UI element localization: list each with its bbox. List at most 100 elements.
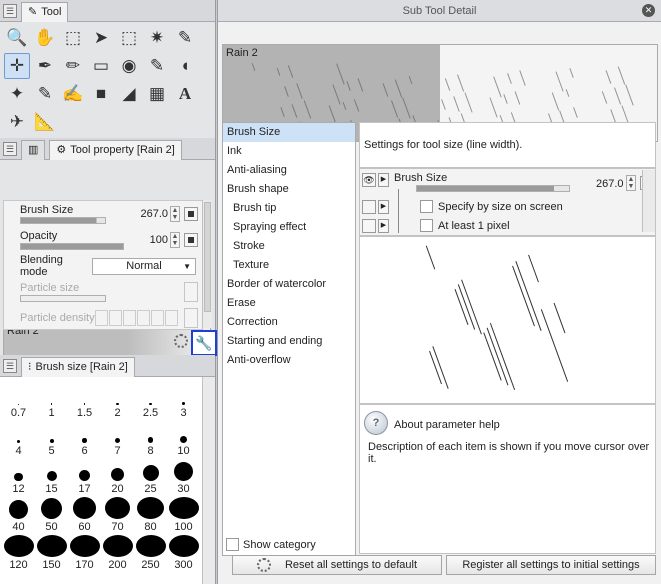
settings-scrollbar[interactable] bbox=[642, 170, 655, 232]
show-category-checkbox[interactable] bbox=[226, 538, 239, 551]
visibility-toggle[interactable] bbox=[362, 200, 376, 214]
object-select-icon[interactable]: ➤ bbox=[88, 25, 114, 51]
detail-brush-size-row[interactable]: Brush Size bbox=[394, 172, 624, 192]
brush-size-cell[interactable]: 200 bbox=[101, 535, 134, 571]
brush-size-cell[interactable]: 15 bbox=[35, 459, 68, 495]
figure-icon[interactable]: ◢ bbox=[116, 81, 142, 107]
brush-size-cell[interactable]: 40 bbox=[2, 497, 35, 533]
category-item[interactable]: Stroke bbox=[223, 237, 355, 256]
brush-size-cell[interactable]: 0.7 bbox=[2, 383, 35, 419]
rect-select-icon[interactable]: ⬚ bbox=[116, 25, 142, 51]
blend-icon[interactable]: ✍ bbox=[60, 81, 86, 107]
visibility-toggle[interactable] bbox=[362, 219, 376, 233]
brush-size-cell[interactable]: 120 bbox=[2, 535, 35, 571]
brush-size-cell[interactable]: 10 bbox=[167, 421, 200, 457]
eyedropper-icon[interactable]: ✎ bbox=[172, 25, 198, 51]
category-item[interactable]: Anti-aliasing bbox=[223, 161, 355, 180]
tab-tool[interactable]: ✎ Tool bbox=[21, 1, 69, 22]
brush-size-row[interactable]: Brush Size 267.0 ▲ ▼ bbox=[4, 201, 202, 227]
brush-size-cell[interactable]: 1 bbox=[35, 383, 68, 419]
close-icon[interactable]: ✕ bbox=[642, 4, 655, 17]
category-item[interactable]: Erase bbox=[223, 294, 355, 313]
tab-brush-size[interactable]: ⁝ Brush size [Rain 2] bbox=[21, 356, 135, 377]
category-item[interactable]: Anti-overflow bbox=[223, 351, 355, 370]
pen-icon[interactable]: ✒ bbox=[32, 53, 58, 79]
brush-size-cell[interactable]: 20 bbox=[101, 459, 134, 495]
category-item[interactable]: Brush Size bbox=[223, 123, 355, 142]
brush-size-cell[interactable]: 3 bbox=[167, 383, 200, 419]
panel-menu-icon[interactable]: ☰ bbox=[3, 141, 17, 156]
brush-size-cell[interactable]: 300 bbox=[167, 535, 200, 571]
detail-brush-size-spinner[interactable]: ▲ ▼ bbox=[626, 175, 636, 191]
hand-icon[interactable]: ✋ bbox=[32, 25, 58, 51]
reset-tool-icon[interactable] bbox=[174, 334, 188, 348]
brush-size-cell[interactable]: 1.5 bbox=[68, 383, 101, 419]
brush-size-cell[interactable]: 170 bbox=[68, 535, 101, 571]
brush-size-spinner[interactable]: ▲ ▼ bbox=[170, 206, 180, 222]
watercolor-icon[interactable]: ◖ bbox=[172, 53, 198, 79]
category-item[interactable]: Brush tip bbox=[223, 199, 355, 218]
marker-icon[interactable]: ✎ bbox=[144, 53, 170, 79]
brush-size-cell[interactable]: 6 bbox=[68, 421, 101, 457]
specify-by-size-row[interactable]: Specify by size on screen bbox=[420, 200, 563, 213]
brush-size-cell[interactable]: 12 bbox=[2, 459, 35, 495]
brush-size-cell[interactable]: 25 bbox=[134, 459, 167, 495]
text-icon[interactable]: A bbox=[172, 81, 198, 107]
brush-size-cell[interactable]: 50 bbox=[35, 497, 68, 533]
opacity-spinner[interactable]: ▲ ▼ bbox=[170, 232, 180, 248]
brush-size-cell[interactable]: 100 bbox=[167, 497, 200, 533]
panel-menu-icon[interactable]: ☰ bbox=[3, 3, 17, 18]
zoom-icon[interactable]: 🔍 bbox=[4, 25, 30, 51]
brush-size-cell[interactable]: 17 bbox=[68, 459, 101, 495]
tab-tool-property[interactable]: ⚙ Tool property [Rain 2] bbox=[49, 139, 182, 160]
eye-icon[interactable]: 👁 bbox=[362, 173, 376, 187]
brush-size-cell[interactable]: 7 bbox=[101, 421, 134, 457]
auto-select-icon[interactable]: ✷ bbox=[144, 25, 170, 51]
at-least-1-pixel-row[interactable]: At least 1 pixel bbox=[420, 219, 510, 232]
gradient-icon[interactable]: ■ bbox=[88, 81, 114, 107]
specify-by-size-checkbox[interactable] bbox=[420, 200, 433, 213]
expand-icon[interactable]: ▶ bbox=[378, 200, 389, 214]
brush-size-scrollbar[interactable] bbox=[202, 377, 215, 584]
rotate-view-icon[interactable]: ⬚ bbox=[60, 25, 86, 51]
panel-menu-icon[interactable]: ☰ bbox=[3, 358, 17, 373]
category-item[interactable]: Brush shape bbox=[223, 180, 355, 199]
expand-icon[interactable]: ▶ bbox=[378, 219, 389, 233]
brush-size-dynamics-button[interactable] bbox=[184, 207, 198, 221]
opacity-dynamics-button[interactable] bbox=[184, 233, 198, 247]
airbrush-icon[interactable]: ✦ bbox=[4, 81, 30, 107]
show-category-row[interactable]: Show category bbox=[226, 538, 316, 551]
decoration-icon[interactable]: ✎ bbox=[32, 81, 58, 107]
brush-size-cell[interactable]: 150 bbox=[35, 535, 68, 571]
category-item[interactable]: Starting and ending bbox=[223, 332, 355, 351]
category-item[interactable]: Spraying effect bbox=[223, 218, 355, 237]
tool-property-scrollbar[interactable] bbox=[202, 200, 212, 328]
opacity-slider[interactable] bbox=[20, 243, 124, 250]
register-initial-settings-button[interactable]: Register all settings to initial setting… bbox=[446, 555, 656, 575]
detail-brush-size-slider[interactable] bbox=[416, 185, 570, 192]
brush-size-cell[interactable]: 4 bbox=[2, 421, 35, 457]
opacity-row[interactable]: Opacity 100 ▲ ▼ bbox=[4, 227, 202, 253]
fill-bucket-icon[interactable]: ◉ bbox=[116, 53, 142, 79]
brush-size-cell[interactable]: 8 bbox=[134, 421, 167, 457]
frame-icon[interactable]: ▦ bbox=[144, 81, 170, 107]
expand-icon[interactable]: ▶ bbox=[378, 173, 389, 187]
balloon-icon[interactable]: ✈ bbox=[4, 109, 30, 135]
reset-all-settings-button[interactable]: Reset all settings to default bbox=[232, 555, 442, 575]
sub-tool-detail-button[interactable]: 🔧 bbox=[191, 330, 217, 356]
ruler-icon[interactable]: 📐 bbox=[32, 109, 58, 135]
at-least-1-pixel-checkbox[interactable] bbox=[420, 219, 433, 232]
category-item[interactable]: Border of watercolor bbox=[223, 275, 355, 294]
brush-size-cell[interactable]: 250 bbox=[134, 535, 167, 571]
category-item[interactable]: Texture bbox=[223, 256, 355, 275]
brush-size-cell[interactable]: 70 bbox=[101, 497, 134, 533]
eraser-icon[interactable]: ▭ bbox=[88, 53, 114, 79]
brush-size-cell[interactable]: 5 bbox=[35, 421, 68, 457]
category-item[interactable]: Correction bbox=[223, 313, 355, 332]
brush-size-cell[interactable]: 2.5 bbox=[134, 383, 167, 419]
move-icon[interactable]: ✛ bbox=[4, 53, 30, 79]
brush-size-cell[interactable]: 2 bbox=[101, 383, 134, 419]
tab-other[interactable]: ▥ bbox=[21, 139, 46, 160]
brush-size-cell[interactable]: 80 bbox=[134, 497, 167, 533]
brush-size-slider[interactable] bbox=[20, 217, 106, 224]
